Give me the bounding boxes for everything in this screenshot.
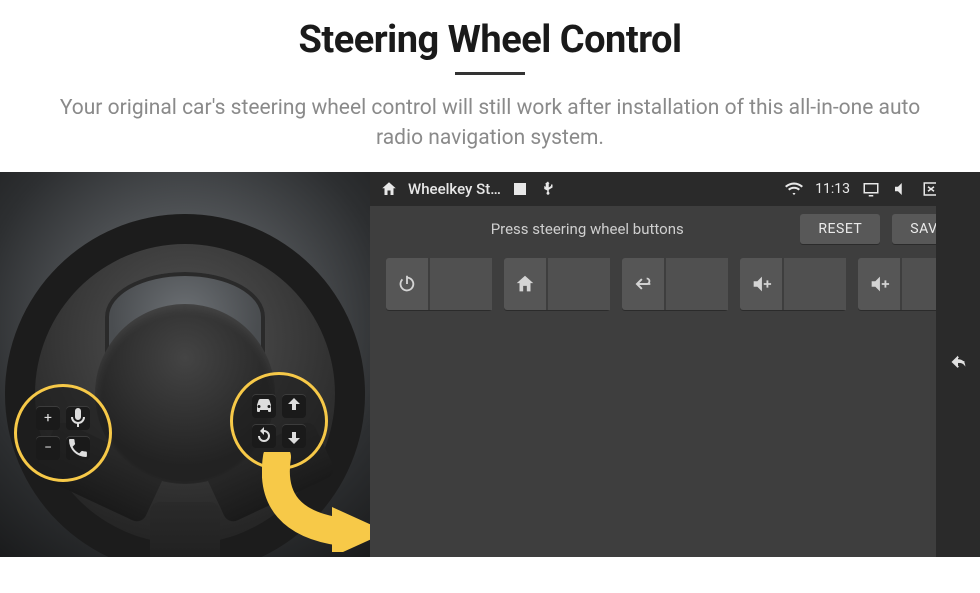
mapping-value (784, 258, 846, 310)
back-soft-icon[interactable] (947, 351, 969, 377)
mapping-tile-home[interactable] (504, 258, 610, 310)
display-icon[interactable] (862, 180, 880, 198)
mapping-tile-volume-up[interactable] (740, 258, 846, 310)
phone-icon (66, 436, 90, 460)
instruction-text: Press steering wheel buttons (386, 220, 788, 238)
cycle-icon (252, 424, 276, 448)
page-subtitle: Your original car's steering wheel contr… (0, 93, 980, 172)
wheel-spoke (150, 502, 220, 557)
mapping-value (548, 258, 610, 310)
home-icon[interactable] (380, 180, 398, 198)
wifi-icon (785, 180, 803, 198)
mapping-value (666, 258, 728, 310)
mapping-row (370, 252, 980, 316)
reset-button[interactable]: RESET (800, 214, 880, 244)
voice-icon (66, 406, 90, 430)
page-title: Steering Wheel Control (0, 18, 980, 62)
head-unit-screen: Wheelkey St… 11:13 (370, 172, 980, 557)
callout-arrow-icon (262, 452, 370, 552)
car-icon (252, 394, 276, 418)
mapping-tile-power[interactable] (386, 258, 492, 310)
nav-down-icon (282, 424, 306, 448)
volume-up-icon (740, 258, 784, 310)
mapping-value (430, 258, 492, 310)
usb-icon (539, 180, 557, 198)
back-icon (622, 258, 666, 310)
device-body (370, 316, 980, 557)
mute-icon[interactable] (892, 180, 910, 198)
clock: 11:13 (815, 181, 850, 197)
title-underline (455, 72, 525, 75)
plus-icon: + (36, 406, 60, 430)
android-soft-nav (936, 172, 980, 557)
nav-up-icon (282, 394, 306, 418)
minus-icon: − (36, 436, 60, 460)
power-icon (386, 258, 430, 310)
picture-icon (511, 180, 529, 198)
instruction-bar: Press steering wheel buttons RESET SAVE (370, 206, 980, 252)
steering-wheel-photo: + − (0, 172, 370, 557)
app-title: Wheelkey St… (408, 180, 501, 198)
status-bar: Wheelkey St… 11:13 (370, 172, 980, 206)
mapping-tile-back[interactable] (622, 258, 728, 310)
wheel-buttons-left-callout: + − (14, 384, 112, 482)
volume-up-icon (858, 258, 902, 310)
home-icon (504, 258, 548, 310)
